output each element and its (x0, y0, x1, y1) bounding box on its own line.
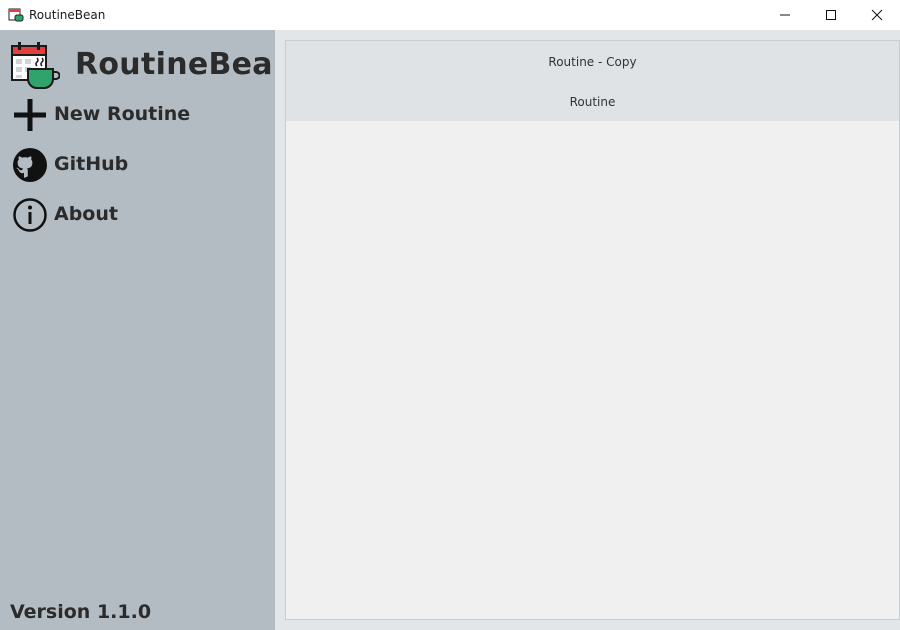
minimize-button[interactable] (762, 0, 808, 30)
main-area: Routine - Copy Routine (275, 30, 900, 630)
github-label: GitHub (54, 153, 129, 175)
close-icon (871, 9, 883, 21)
plus-icon (14, 99, 46, 131)
close-button[interactable] (854, 0, 900, 30)
brand-name: RoutineBean (75, 47, 295, 82)
maximize-icon (826, 10, 836, 20)
calendar-coffee-icon (11, 42, 60, 89)
title-bar: RoutineBean (0, 0, 900, 30)
routine-list-item[interactable]: Routine (286, 81, 899, 121)
about-label: About (54, 203, 118, 225)
new-routine-label: New Routine (54, 103, 191, 125)
sidebar: RoutineBean New Routine GitHub About Ver… (0, 30, 294, 630)
github-link[interactable]: GitHub (10, 145, 260, 185)
github-icon (13, 148, 47, 182)
window-title: RoutineBean (29, 8, 106, 22)
version-text: Version 1.1.0 (10, 601, 152, 623)
routine-list-item[interactable]: Routine - Copy (286, 41, 899, 81)
info-icon (13, 198, 47, 232)
routine-list: Routine - Copy Routine (285, 40, 900, 620)
routine-label: Routine (569, 95, 616, 109)
about-button[interactable]: About (10, 195, 260, 235)
minimize-icon (780, 14, 790, 16)
routine-label: Routine - Copy (548, 55, 637, 69)
maximize-button[interactable] (808, 0, 854, 30)
new-routine-button[interactable]: New Routine (10, 95, 260, 135)
app-icon (8, 8, 24, 22)
